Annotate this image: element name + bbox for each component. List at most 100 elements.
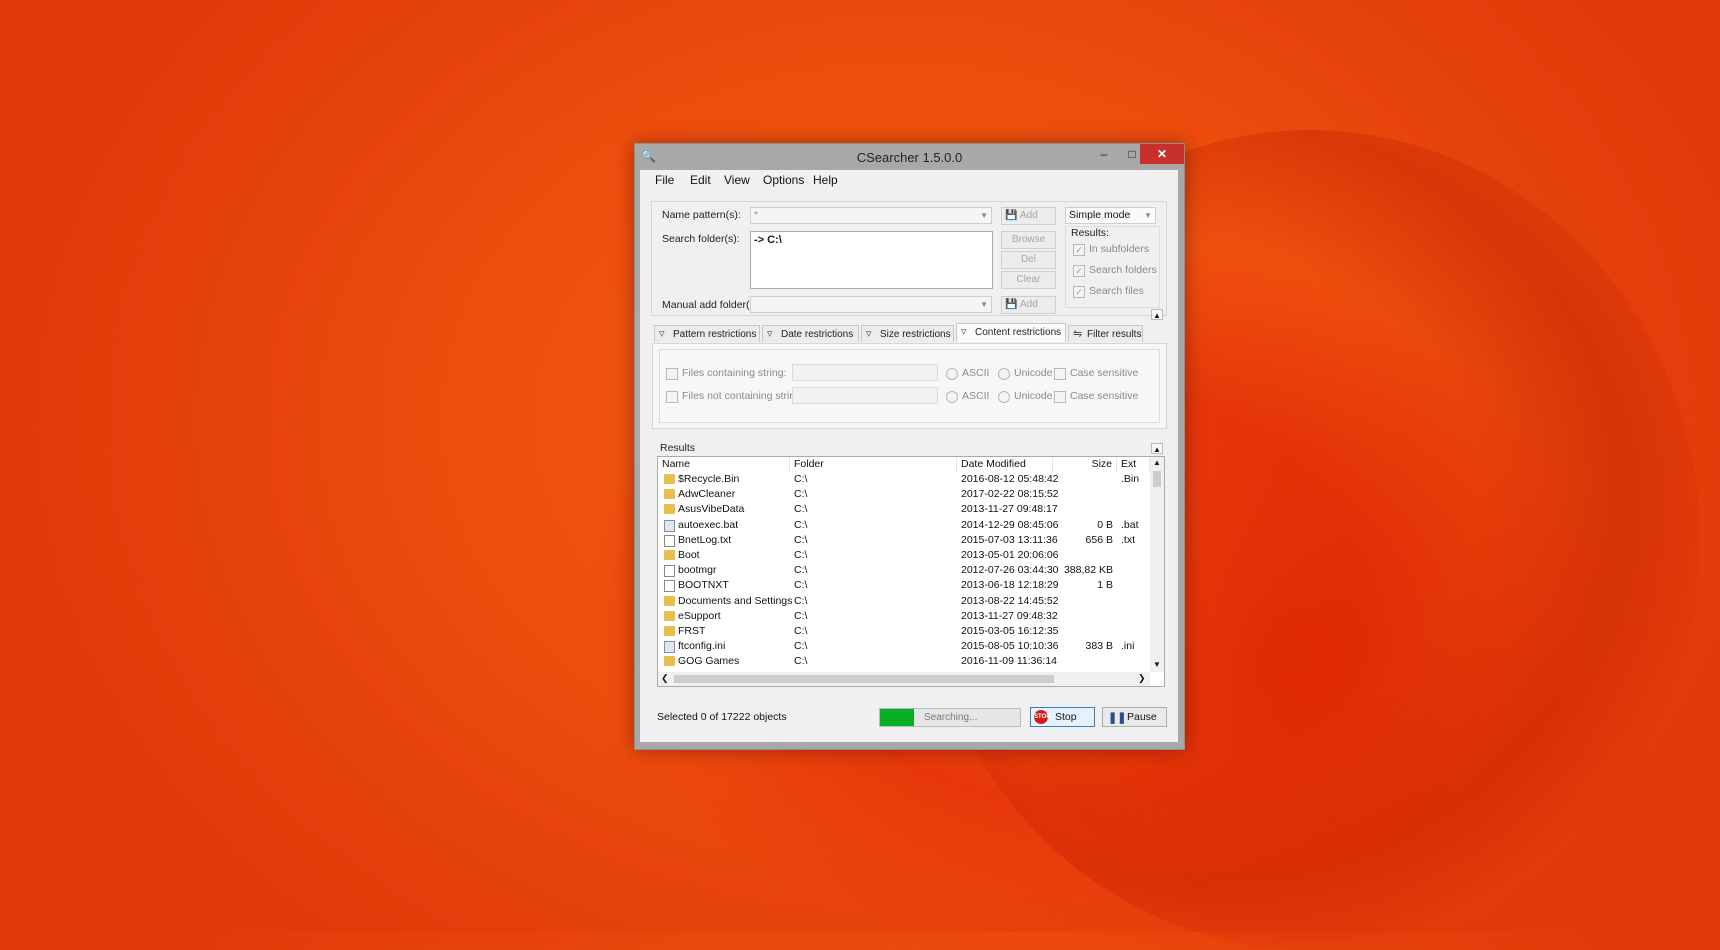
vertical-scrollbar[interactable]: ▲ ▼	[1150, 457, 1164, 672]
table-row[interactable]: BOOTNXT C:\ 2013-06-18 12:18:29 1 B	[658, 578, 1164, 593]
table-row[interactable]: BnetLog.txt C:\ 2015-07-03 13:11:36 656 B .t…	[658, 533, 1164, 548]
in-subfolders-checkbox[interactable]: ✓	[1073, 244, 1085, 256]
scroll-right-icon[interactable]: ❯	[1138, 673, 1146, 684]
table-row[interactable]: ftconfig.ini C:\ 2015-08-05 10:10:36 383 B.…	[658, 639, 1164, 654]
table-row[interactable]: eSupport C:\ 2013-11-27 09:48:32	[658, 609, 1164, 624]
in-subfolders-label: In subfolders	[1089, 243, 1150, 255]
cell-name: BOOTNXT	[678, 579, 729, 592]
stop-button[interactable]: STOP Stop	[1030, 707, 1095, 727]
table-row[interactable]: GOG Games C:\ 2016-11-09 11:36:14	[658, 654, 1164, 669]
search-folders-checkbox[interactable]: ✓	[1073, 265, 1085, 277]
horizontal-scroll-thumb[interactable]	[674, 675, 1054, 683]
column-date-header[interactable]: Date Modified	[957, 457, 1053, 472]
tab-content-restrictions[interactable]: ▿ Content restrictions	[956, 323, 1066, 342]
search-folder-entry[interactable]: -> C:\	[754, 234, 782, 246]
title-bar[interactable]: 🔍 CSearcher 1.5.0.0 – □ ✕	[635, 144, 1184, 170]
ascii-radio-1[interactable]	[946, 368, 958, 380]
ascii-radio-2[interactable]	[946, 391, 958, 403]
table-row[interactable]: AdwCleaner C:\ 2017-02-22 08:15:52	[658, 487, 1164, 502]
pause-button[interactable]: ❚❚ Pause	[1102, 707, 1167, 727]
chevron-down-icon: ▼	[980, 211, 988, 220]
system-file-icon	[664, 519, 675, 532]
tab-strip: ▿ Pattern restrictions ▿ Date restrictions…	[654, 323, 1164, 344]
files-not-containing-input[interactable]	[792, 387, 938, 404]
vertical-scroll-thumb[interactable]	[1153, 471, 1161, 487]
manual-add-combo[interactable]: ▼	[750, 296, 992, 313]
cell-name: eSupport	[678, 609, 721, 622]
files-containing-input[interactable]	[792, 364, 938, 381]
folder-icon	[664, 550, 675, 560]
horizontal-scrollbar[interactable]: ❮ ❯	[658, 672, 1150, 686]
case-sensitive-checkbox-2[interactable]	[1054, 391, 1066, 403]
content-restrictions-panel: Files containing string: ASCII Unicode C…	[652, 343, 1167, 429]
table-row[interactable]: bootmgr C:\ 2012-07-26 03:44:30 388,82 KB	[658, 563, 1164, 578]
scroll-down-icon[interactable]: ▼	[1153, 660, 1161, 669]
case-sensitive-checkbox-1[interactable]	[1054, 368, 1066, 380]
csearcher-window: 🔍 CSearcher 1.5.0.0 – □ ✕ File Edit View…	[634, 143, 1185, 750]
files-containing-checkbox[interactable]	[666, 368, 678, 380]
name-pattern-combo[interactable]: * ▼	[750, 207, 992, 224]
results-header: Name Folder Date Modified Size Ext	[658, 457, 1150, 472]
column-size-header[interactable]: Size	[1053, 457, 1117, 472]
tab-pattern-restrictions[interactable]: ▿ Pattern restrictions	[654, 325, 760, 342]
scroll-left-icon[interactable]: ❮	[661, 673, 669, 684]
minimize-button[interactable]: –	[1090, 144, 1118, 164]
cell-date: 2013-11-27 09:48:17	[961, 503, 1058, 516]
table-row[interactable]: AsusVibeData C:\ 2013-11-27 09:48:17	[658, 502, 1164, 517]
tab-label: Content restrictions	[975, 327, 1062, 338]
results-list[interactable]: Name Folder Date Modified Size Ext $Recy…	[657, 456, 1165, 687]
menu-options[interactable]: Options	[763, 173, 804, 187]
tab-filter-results[interactable]: ⇋ Filter results	[1068, 325, 1143, 342]
unicode-label-2: Unicode	[1014, 390, 1053, 402]
table-row[interactable]: Boot C:\ 2013-05-01 20:06:06	[658, 548, 1164, 563]
menu-help[interactable]: Help	[813, 173, 838, 187]
table-row[interactable]: Documents and Settings C:\ 2013-08-22 14:4…	[658, 594, 1164, 609]
search-files-checkbox[interactable]: ✓	[1073, 286, 1085, 298]
menu-view[interactable]: View	[724, 173, 750, 187]
unicode-radio-1[interactable]	[998, 368, 1010, 380]
browse-button[interactable]: Browse	[1001, 231, 1056, 249]
unicode-radio-2[interactable]	[998, 391, 1010, 403]
menu-file[interactable]: File	[655, 173, 674, 187]
search-folder-list[interactable]: -> C:\	[750, 231, 993, 289]
progress-fill	[880, 709, 914, 726]
files-containing-label: Files containing string:	[682, 367, 787, 379]
close-button[interactable]: ✕	[1140, 144, 1184, 164]
mode-select[interactable]: Simple mode ▼	[1065, 207, 1156, 224]
column-folder-header[interactable]: Folder	[790, 457, 957, 472]
table-row[interactable]: FRST C:\ 2015-03-05 16:12:35	[658, 624, 1164, 639]
cell-name: $Recycle.Bin	[678, 473, 740, 485]
manual-add-button[interactable]: 💾 Add	[1001, 296, 1056, 314]
tab-date-restrictions[interactable]: ▿ Date restrictions	[762, 325, 859, 342]
selection-status: Selected 0 of 17222 objects	[657, 711, 787, 723]
cell-size: 383 B	[1085, 640, 1113, 653]
tab-size-restrictions[interactable]: ▿ Size restrictions	[861, 325, 954, 342]
table-row[interactable]: $Recycle.Bin C:\ 2016-08-12 05:48:42 .Bin	[658, 472, 1164, 487]
tab-label: Filter results	[1087, 329, 1142, 340]
folder-icon	[664, 595, 675, 606]
cell-folder: C:\	[794, 488, 808, 501]
scroll-up-icon[interactable]: ▲	[1153, 458, 1161, 467]
column-ext-header[interactable]: Ext	[1117, 457, 1150, 472]
folder-icon	[664, 626, 675, 636]
column-name-header[interactable]: Name	[658, 457, 790, 472]
mode-value: Simple mode	[1069, 209, 1131, 221]
cell-name: FRST	[678, 625, 706, 637]
manual-add-label: Manual add folder(s):	[662, 299, 762, 311]
table-row[interactable]: autoexec.bat C:\ 2014-12-29 08:45:06 0 B .ba…	[658, 518, 1164, 533]
cell-date: 2017-02-22 08:15:52	[961, 488, 1059, 501]
del-button[interactable]: Del	[1001, 251, 1056, 269]
name-pattern-label: Name pattern(s):	[662, 209, 741, 221]
funnel-icon: ▿	[866, 328, 872, 340]
cell-folder: C:\	[794, 655, 808, 668]
collapse-top-panel-button[interactable]: ▲	[1151, 309, 1163, 320]
clear-button[interactable]: Clear	[1001, 271, 1056, 289]
files-not-containing-checkbox[interactable]	[666, 391, 678, 403]
funnel-icon: ▿	[767, 328, 773, 340]
add-pattern-button[interactable]: 💾 Add	[1001, 207, 1056, 225]
cell-date: 2016-11-09 11:36:14	[961, 655, 1057, 668]
cell-folder: C:\	[794, 609, 808, 622]
collapse-results-button[interactable]: ▲	[1151, 443, 1163, 454]
file-icon	[664, 580, 675, 593]
menu-edit[interactable]: Edit	[690, 173, 711, 187]
